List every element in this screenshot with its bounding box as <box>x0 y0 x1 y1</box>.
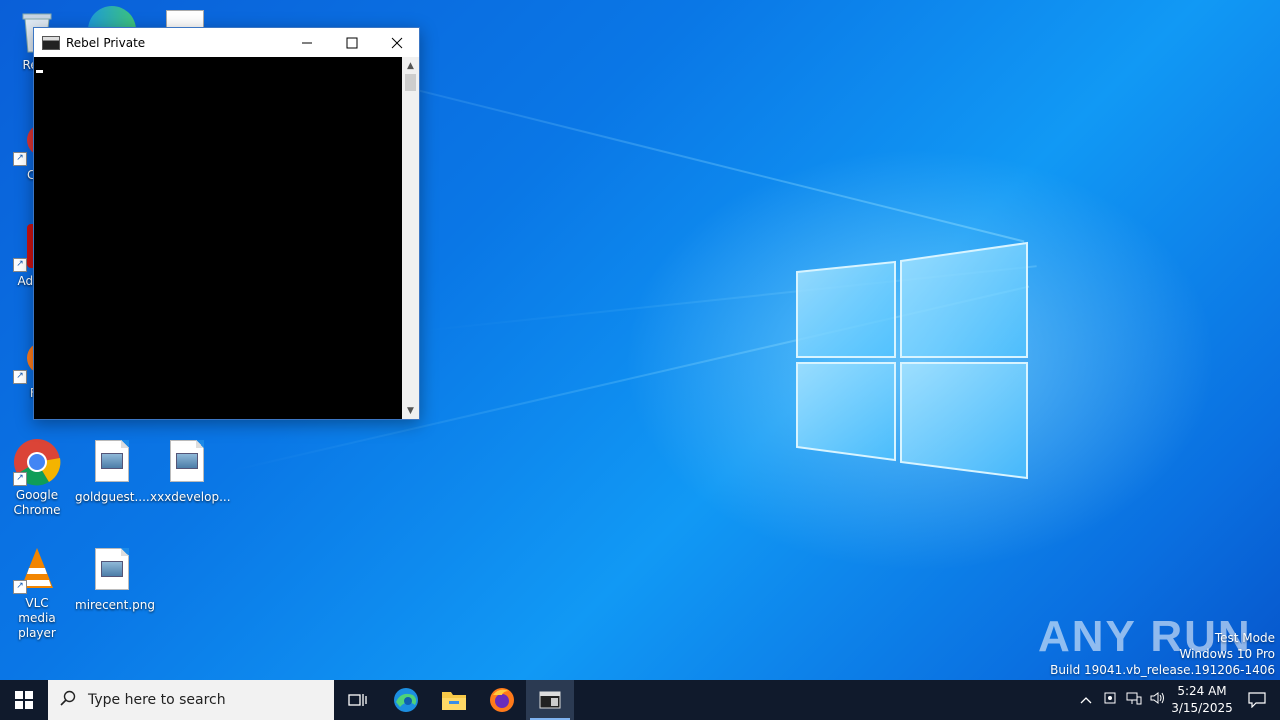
desktop-icon-label: VLC media player <box>18 596 56 640</box>
firefox-icon <box>490 688 514 712</box>
desktop-icon-xxxdevelop[interactable]: xxxdevelop... <box>150 440 231 505</box>
light-ray <box>419 265 1037 332</box>
shortcut-arrow-icon: ↗ <box>13 258 27 272</box>
security-tray-icon[interactable] <box>1098 691 1122 709</box>
console-window[interactable]: Rebel Private ▲ ▼ <box>33 27 420 420</box>
window-title: Rebel Private <box>66 35 146 50</box>
close-button[interactable] <box>374 28 419 57</box>
desktop-icon-google-chrome[interactable]: ↗ Google Chrome <box>0 438 74 518</box>
vlc-icon: ↗ <box>13 546 61 594</box>
image-file-icon <box>88 440 136 488</box>
taskbar-clock[interactable]: 5:24 AM 3/15/2025 <box>1170 683 1234 717</box>
system-tray: 5:24 AM 3/15/2025 <box>1074 680 1280 720</box>
image-file-icon <box>163 440 211 488</box>
desktop-icon-label: xxxdevelop... <box>150 490 231 504</box>
text-cursor <box>36 70 43 73</box>
taskbar-edge[interactable] <box>382 680 430 720</box>
start-button[interactable] <box>0 680 48 720</box>
minimize-button[interactable] <box>284 28 329 57</box>
system-watermark: Test Mode Windows 10 Pro Build 19041.vb_… <box>1050 630 1275 678</box>
windows-start-icon <box>15 691 33 709</box>
volume-icon[interactable] <box>1146 691 1170 709</box>
image-file-icon <box>88 548 136 596</box>
task-view-button[interactable] <box>334 680 382 720</box>
watermark-line: Build 19041.vb_release.191206-1406 <box>1050 663 1275 677</box>
desktop-icon-goldguest[interactable]: goldguest.... <box>75 440 150 505</box>
shortcut-arrow-icon: ↗ <box>13 152 27 166</box>
search-placeholder: Type here to search <box>88 692 226 708</box>
desktop-icon-label: mirecent.png <box>75 598 156 612</box>
desktop-icon-label: goldguest.... <box>75 490 150 504</box>
vertical-scrollbar[interactable]: ▲ ▼ <box>402 57 419 419</box>
taskbar-firefox[interactable] <box>478 680 526 720</box>
watermark-line: Windows 10 Pro <box>1179 647 1275 661</box>
chrome-icon: ↗ <box>13 438 61 486</box>
edge-icon <box>394 688 418 712</box>
shortcut-arrow-icon: ↗ <box>13 370 27 384</box>
close-icon <box>391 37 402 48</box>
taskbar-console[interactable] <box>526 680 574 720</box>
console-output-area[interactable] <box>34 57 402 419</box>
chevron-up-icon[interactable] <box>1074 693 1098 708</box>
shortcut-arrow-icon: ↗ <box>13 580 27 594</box>
clock-date: 3/15/2025 <box>1171 701 1233 715</box>
folder-icon <box>442 692 466 710</box>
scroll-up-arrow-icon[interactable]: ▲ <box>402 57 419 74</box>
scrollbar-thumb[interactable] <box>405 74 416 91</box>
taskbar-search-box[interactable]: Type here to search <box>48 680 334 720</box>
taskbar: Type here to search 5:24 AM 3/15/2025 <box>0 680 1280 720</box>
desktop-icon-mirecent[interactable]: mirecent.png <box>75 548 155 613</box>
shortcut-arrow-icon: ↗ <box>13 472 27 486</box>
watermark-line: Test Mode <box>1214 631 1275 645</box>
notification-icon <box>1248 692 1266 708</box>
desktop-icon-label: Google Chrome <box>13 488 61 517</box>
notification-center-button[interactable] <box>1234 692 1280 708</box>
network-icon[interactable] <box>1122 691 1146 709</box>
scroll-down-arrow-icon[interactable]: ▼ <box>402 402 419 419</box>
minimize-icon <box>301 42 312 43</box>
maximize-button[interactable] <box>329 28 374 57</box>
clock-time: 5:24 AM <box>1177 684 1227 698</box>
window-titlebar[interactable]: Rebel Private <box>34 28 419 57</box>
taskbar-file-explorer[interactable] <box>430 680 478 720</box>
search-icon <box>48 690 88 710</box>
console-app-icon <box>42 35 60 50</box>
task-view-icon <box>348 694 367 706</box>
desktop-icon-vlc[interactable]: ↗ VLC media player <box>0 546 74 641</box>
console-app-icon <box>539 691 561 709</box>
maximize-icon <box>346 37 357 48</box>
